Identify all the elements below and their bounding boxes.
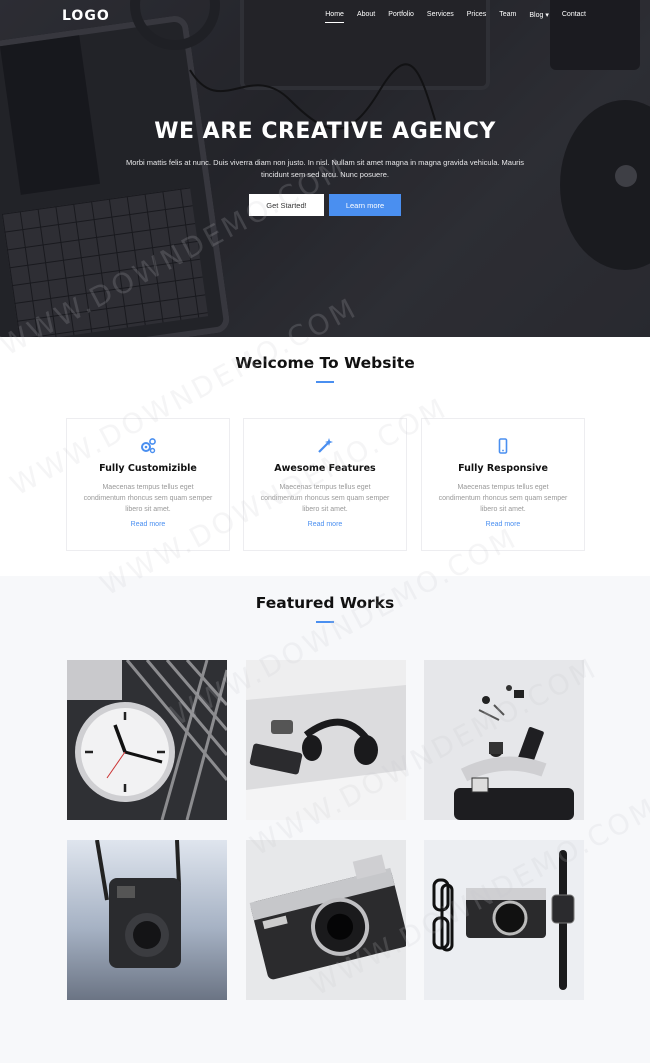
feature-card-responsive: Fully Responsive Maecenas tempus tellus … [421, 418, 585, 551]
read-more-link[interactable]: Read more [244, 521, 406, 528]
featured-title-underline [316, 621, 334, 623]
nav-item-services[interactable]: Services [427, 11, 454, 19]
instant-camera-photo [67, 840, 227, 1000]
nav-item-prices[interactable]: Prices [467, 11, 486, 19]
learn-more-button[interactable]: Learn more [329, 194, 401, 216]
card-title: Fully Responsive [458, 463, 548, 474]
feature-card-customizable: Fully Customizible Maecenas tempus tellu… [66, 418, 230, 551]
top-navigation: LOGO Home About Portfolio Services Price… [0, 0, 650, 34]
work-item-headphones[interactable] [246, 660, 406, 820]
headphones-desk-photo [246, 660, 406, 820]
gears-icon [139, 437, 157, 455]
welcome-title: Welcome To Website [235, 354, 415, 372]
film-camera-photo [246, 840, 406, 1000]
hero-subtitle: Morbi mattis felis at nunc. Duis viverra… [125, 158, 525, 179]
magic-wand-icon [316, 437, 334, 455]
hero-title: WE ARE CREATIVE AGENCY [154, 119, 496, 144]
nav-item-portfolio[interactable]: Portfolio [388, 11, 414, 19]
welcome-title-underline [316, 381, 334, 383]
nav-item-home[interactable]: Home [325, 11, 344, 23]
card-title: Fully Customizible [99, 463, 197, 474]
chevron-down-icon: ▾ [545, 12, 549, 19]
main-menu: Home About Portfolio Services Prices Tea… [325, 11, 586, 23]
nav-item-blog[interactable]: Blog ▾ [529, 11, 549, 19]
hero-section: LOGO Home About Portfolio Services Price… [0, 0, 650, 337]
feature-card-features: Awesome Features Maecenas tempus tellus … [243, 418, 407, 551]
work-item-clock[interactable] [67, 660, 227, 820]
featured-title: Featured Works [255, 594, 395, 612]
read-more-link[interactable]: Read more [67, 521, 229, 528]
card-text: Maecenas tempus tellus eget condimentum … [83, 484, 213, 513]
nav-item-about[interactable]: About [357, 11, 375, 19]
card-text: Maecenas tempus tellus eget condimentum … [260, 484, 390, 513]
nav-item-contact[interactable]: Contact [562, 11, 586, 19]
flatlay-accessories-photo [424, 660, 584, 820]
mobile-phone-icon [494, 437, 512, 455]
card-title: Awesome Features [274, 463, 376, 474]
get-started-button[interactable]: Get Started! [249, 194, 324, 216]
nav-item-team[interactable]: Team [499, 11, 516, 19]
work-item-film-camera[interactable] [246, 840, 406, 1000]
work-item-camera-glasses-watch[interactable] [424, 840, 584, 1000]
read-more-link[interactable]: Read more [422, 521, 584, 528]
work-item-accessories[interactable] [424, 660, 584, 820]
camera-glasses-watch-photo [424, 840, 584, 1000]
logo[interactable]: LOGO [62, 8, 110, 24]
nav-item-blog-label: Blog [529, 12, 544, 19]
work-item-instant-camera[interactable] [67, 840, 227, 1000]
clock-photo [67, 660, 227, 820]
card-text: Maecenas tempus tellus eget condimentum … [438, 484, 568, 513]
